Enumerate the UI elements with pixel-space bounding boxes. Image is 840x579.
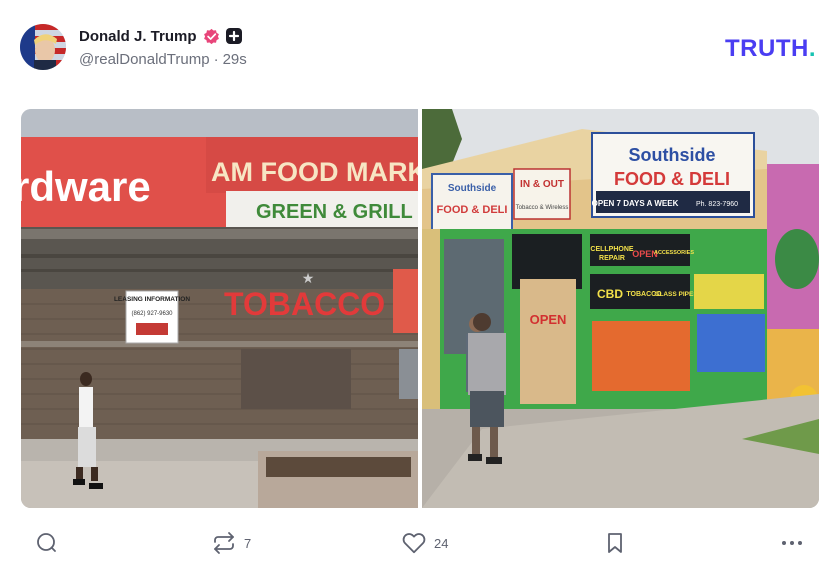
verified-badge-icon: [203, 28, 219, 44]
like-icon: [402, 533, 426, 554]
sign-hardware: rdware: [21, 163, 151, 210]
handle[interactable]: @realDonaldTrump: [79, 51, 210, 68]
logo-word: TRUTH: [725, 35, 809, 62]
handle-row: @realDonaldTrump · 29s: [79, 51, 247, 68]
retruth-icon: [214, 532, 234, 554]
retruth-button[interactable]: 7: [212, 528, 251, 558]
more-button[interactable]: [780, 528, 804, 558]
truth-logo[interactable]: TRUTH.: [725, 35, 816, 63]
timestamp[interactable]: 29s: [223, 51, 247, 68]
like-count: 24: [434, 535, 449, 551]
leasing-title: LEASING INFORMATION: [114, 296, 190, 303]
post-header: Donald J. Trump @realDonaldTrump · 29s T…: [20, 24, 820, 74]
neon-glass-pipes: GLASS PIPES: [654, 291, 698, 298]
neon-accessories: ACCESSORIES: [654, 250, 694, 256]
small-sign-name: Southside: [448, 183, 497, 194]
inout-sub: Tobacco & Wireless: [516, 205, 569, 211]
small-sign-food: FOOD & DELI: [437, 204, 508, 216]
plus-badge-icon: [225, 28, 242, 44]
retruth-count: 7: [244, 535, 252, 551]
sign-green-grill: GREEN & GRILL: [256, 201, 413, 223]
neon-cellphone: CELLPHONE: [590, 246, 634, 253]
main-sign-hours: OPEN 7 DAYS A WEEK: [592, 199, 679, 208]
sign-market: AM FOOD MARKET: [211, 157, 418, 187]
post-image-left[interactable]: rdware AM FOOD MARKET GREEN & GRILL LEAS…: [21, 109, 418, 508]
sign-tobacco: TOBACCO: [224, 286, 385, 322]
inout-sign: IN & OUT: [520, 179, 564, 190]
svg-text:★: ★: [302, 270, 315, 286]
logo-dot: .: [808, 35, 816, 62]
like-button[interactable]: 24: [402, 528, 448, 558]
more-icon: [782, 541, 802, 545]
neon-cbd: CBD: [597, 287, 623, 301]
separator: ·: [213, 51, 219, 68]
bookmark-icon: [608, 533, 622, 553]
main-sign-name: Southside: [628, 145, 715, 165]
post-actions: 7 24: [0, 528, 840, 558]
main-sign-food: FOOD & DELI: [614, 169, 730, 189]
avatar[interactable]: [20, 24, 66, 70]
neon-repair: REPAIR: [599, 255, 625, 262]
board-open: OPEN: [530, 312, 567, 327]
leasing-phone: (862) 927-9630: [131, 311, 173, 317]
reply-icon: [37, 533, 56, 552]
author-name[interactable]: Donald J. Trump: [79, 28, 197, 45]
post-image-right[interactable]: Southside FOOD & DELI IN & OUT Tobacco &…: [422, 109, 819, 508]
reply-button[interactable]: [35, 528, 67, 558]
main-sign-phone: Ph. 823-7960: [696, 201, 738, 208]
bookmark-button[interactable]: [603, 528, 627, 558]
